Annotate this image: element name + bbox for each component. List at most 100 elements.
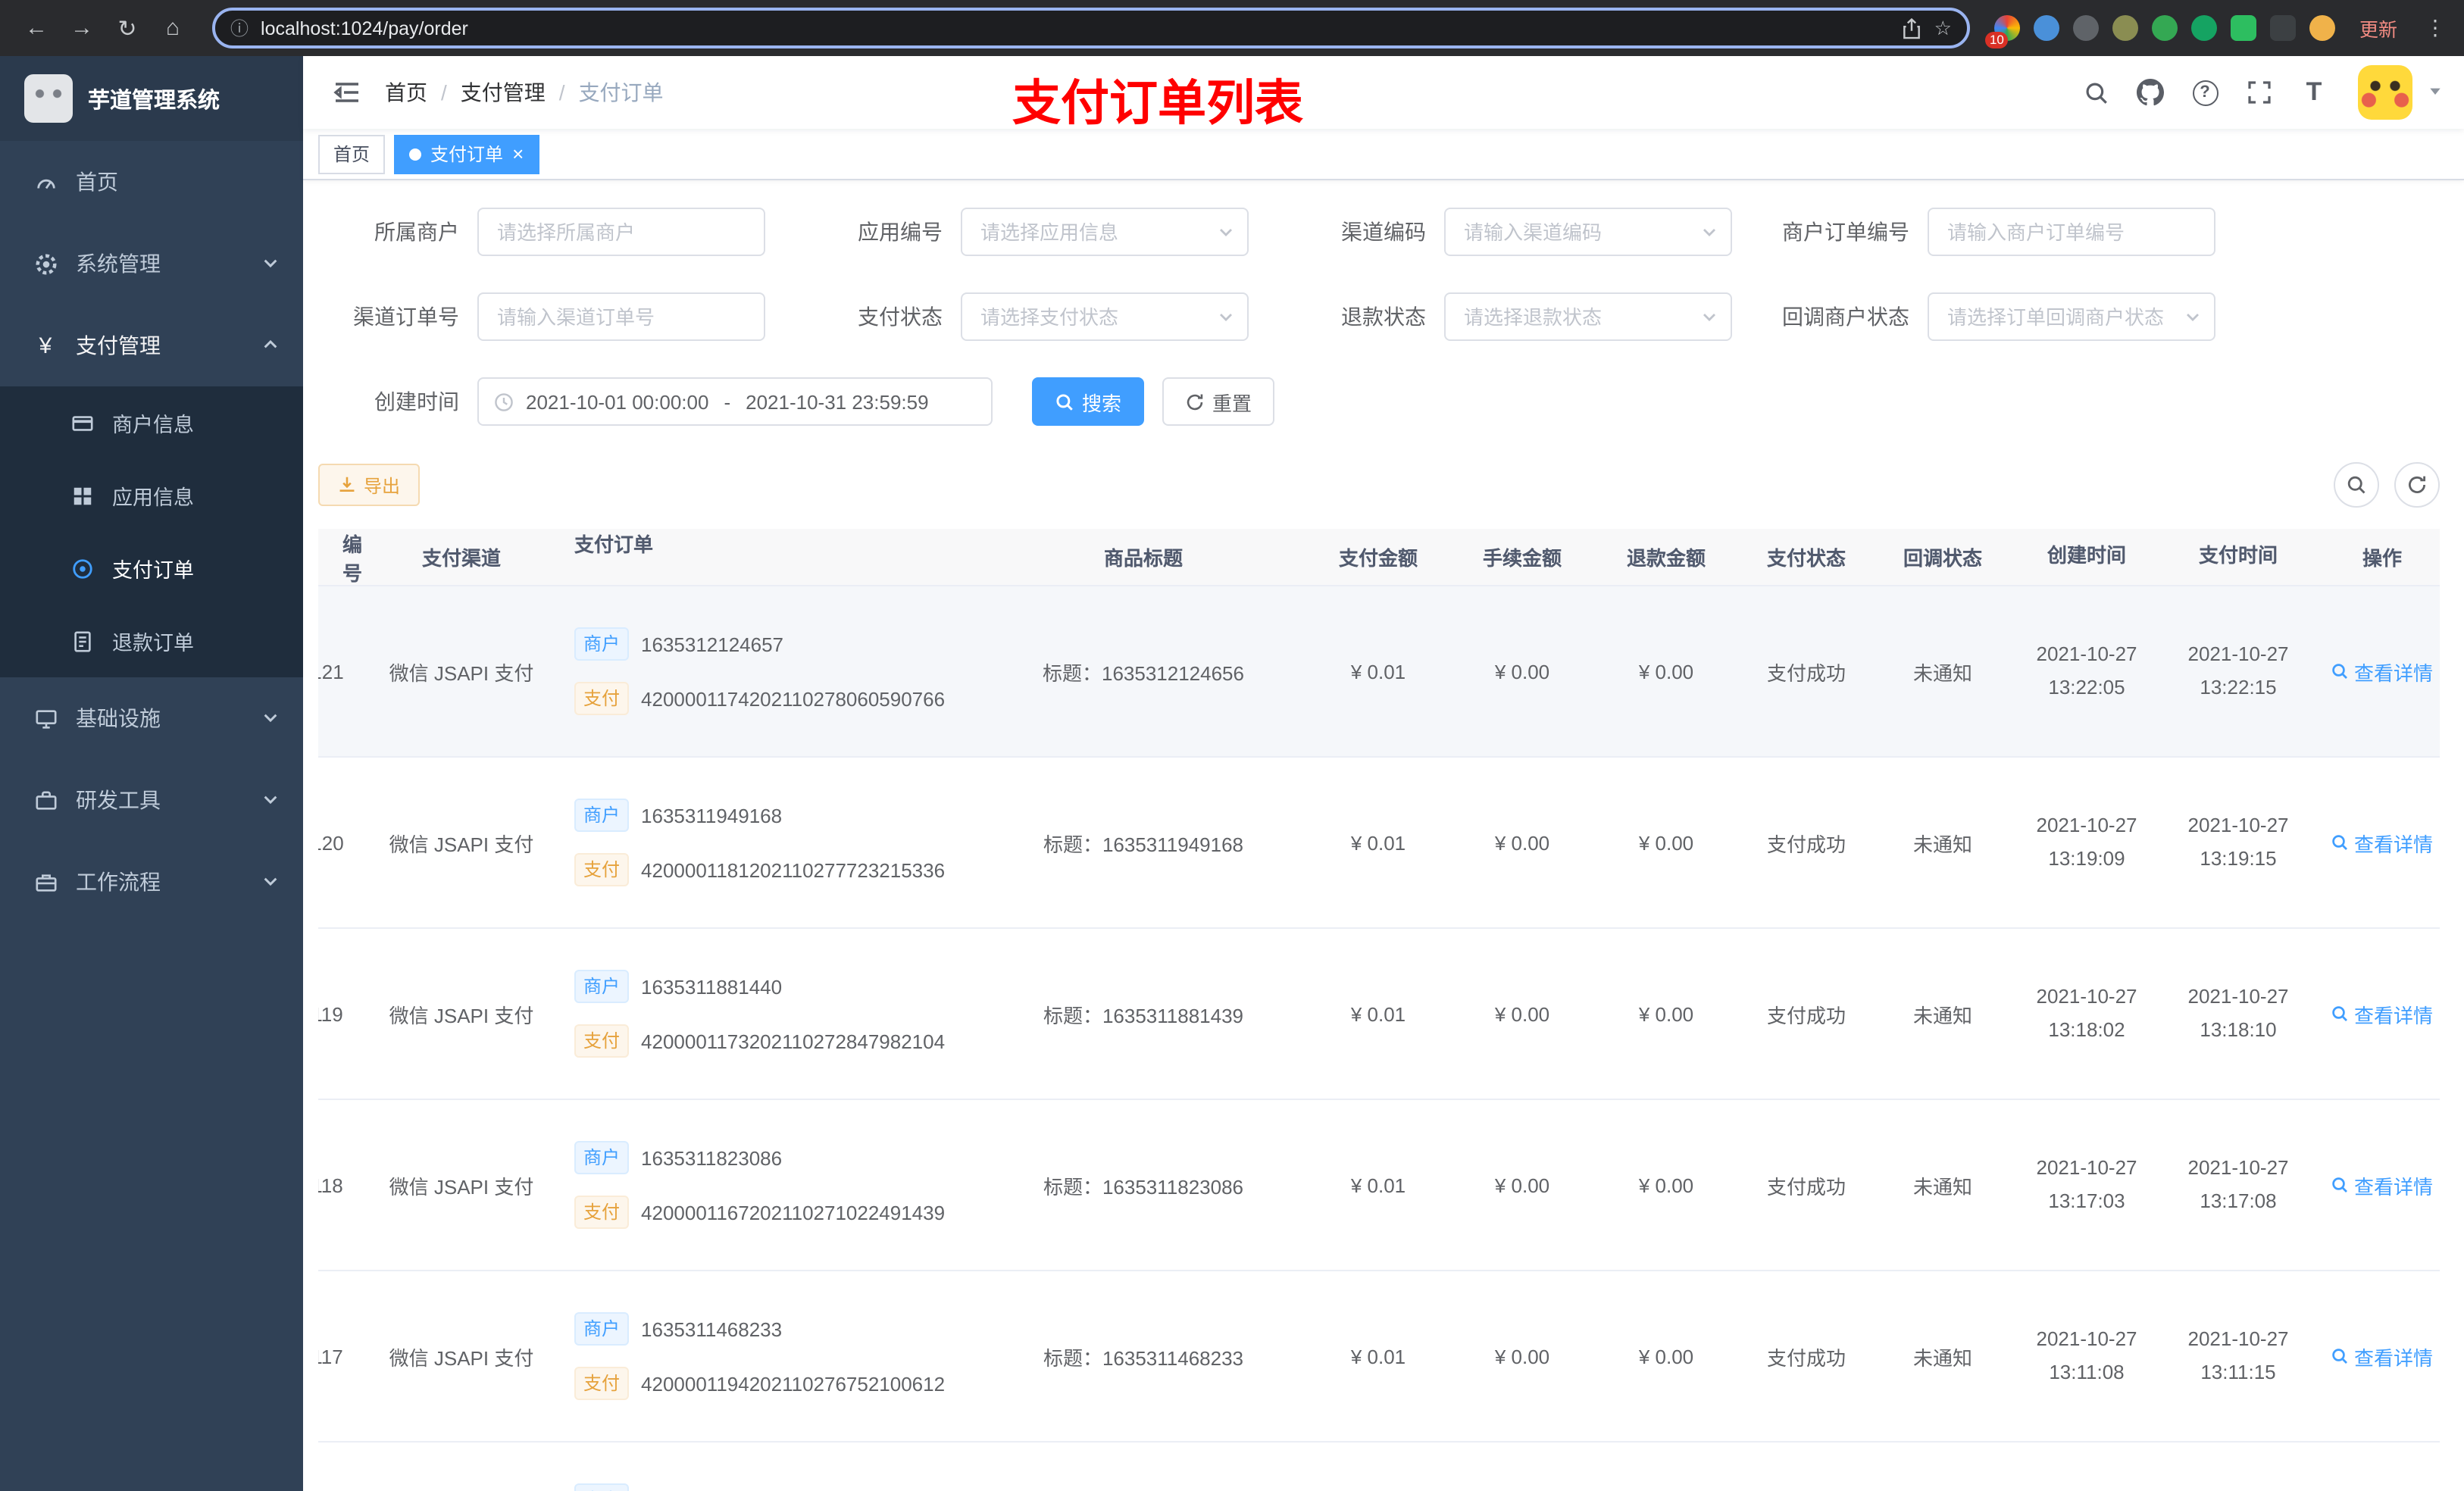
pay-amount-cell: ¥ 0.01	[1350, 1345, 1406, 1368]
fullscreen-icon[interactable]	[2237, 67, 2282, 118]
table-row: 121 微信 JSAPI 支付 商户 1635312124657 支付 4200…	[318, 586, 2440, 758]
collapse-sidebar-button[interactable]	[324, 70, 370, 115]
app-id-select[interactable]	[961, 208, 1249, 256]
merchant-badge: 商户	[574, 970, 630, 1003]
merchant-input[interactable]	[477, 208, 765, 256]
font-size-icon[interactable]: T	[2291, 67, 2337, 118]
url-text[interactable]: localhost:1024/pay/order	[261, 17, 1890, 39]
sidebar-item-payment[interactable]: ¥ 支付管理	[0, 305, 303, 386]
extension-icon-green-circle[interactable]	[2151, 15, 2178, 41]
extensions-area: 10 更新 ⋮	[1984, 7, 2449, 49]
sidebar-item-refund-order[interactable]: 退款订单	[0, 605, 303, 677]
search-icon[interactable]	[2073, 67, 2118, 118]
reload-button[interactable]: ↻	[106, 7, 149, 49]
pay-status-select[interactable]	[961, 292, 1249, 341]
sidebar-item-label: 支付订单	[112, 559, 194, 582]
table-header: 编号 支付渠道 支付订单 商品标题 支付金额 手续金额 退款金额 支付状态 回调…	[318, 529, 2440, 586]
tab-pay-order[interactable]: 支付订单 ×	[394, 134, 539, 173]
view-detail-link[interactable]: 查看详情	[2331, 657, 2433, 686]
screen: ← → ↻ ⌂ ⓘ localhost:1024/pay/order ☆ 10	[0, 0, 2464, 1491]
breadcrumb-separator: /	[441, 80, 447, 105]
bookmark-star-icon[interactable]: ☆	[1934, 16, 1952, 40]
address-bar[interactable]: ⓘ localhost:1024/pay/order ☆	[212, 8, 1970, 48]
extension-icon-green-check[interactable]	[2190, 15, 2217, 41]
breadcrumb-item-home[interactable]: 首页	[385, 77, 427, 108]
export-button[interactable]: 导出	[318, 464, 421, 506]
tab-home[interactable]: 首页	[318, 134, 386, 173]
view-detail-link[interactable]: 查看详情	[2331, 999, 2433, 1028]
user-avatar[interactable]	[2358, 65, 2412, 120]
search-button[interactable]: 搜索	[1032, 377, 1145, 426]
avatar-caret-down-icon[interactable]	[2428, 79, 2443, 106]
extension-icon-chat[interactable]	[2230, 15, 2256, 41]
channel-order-no-input[interactable]	[477, 292, 765, 341]
pay-status-cell: 支付成功	[1766, 1175, 1846, 1198]
close-icon[interactable]: ×	[512, 144, 524, 164]
table-row: 119 微信 JSAPI 支付 商户 1635311881440 支付 4200…	[318, 929, 2440, 1100]
forward-button[interactable]: →	[61, 7, 103, 49]
chevron-down-icon	[262, 706, 279, 730]
header-cell: 编号	[342, 533, 363, 584]
tags-view-bar: 首页 支付订单 ×	[303, 129, 2464, 180]
search-button-label: 搜索	[1082, 392, 1122, 414]
product-title-cell: 标题：1635312124656	[1043, 661, 1244, 684]
breadcrumb-item-payment[interactable]: 支付管理	[461, 77, 546, 108]
extension-icon-gray[interactable]	[2072, 15, 2099, 41]
browser-menu-button[interactable]: ⋮	[2422, 7, 2449, 49]
help-icon[interactable]: ?	[2182, 67, 2228, 118]
sidebar-item-pay-order[interactable]: 支付订单	[0, 532, 303, 605]
sidebar-item-label: 应用信息	[112, 486, 194, 509]
search-toggle-button[interactable]	[2334, 462, 2379, 508]
fee-amount-cell: ¥ 0.00	[1494, 1174, 1550, 1196]
extension-icon-pin[interactable]	[2269, 15, 2296, 41]
breadcrumb: 首页 / 支付管理 / 支付订单	[385, 77, 664, 108]
sidebar-item-infrastructure[interactable]: 基础设施	[0, 677, 303, 759]
payment-submenu: 商户信息 应用信息 支付订单 退款订单	[0, 386, 303, 677]
view-detail-link[interactable]: 查看详情	[2331, 828, 2433, 857]
header-cell: 操作	[2362, 547, 2402, 570]
sidebar-item-home[interactable]: 首页	[0, 141, 303, 223]
tab-label: 首页	[333, 144, 371, 165]
reset-button[interactable]: 重置	[1162, 377, 1275, 426]
site-info-icon[interactable]: ⓘ	[230, 15, 249, 41]
extension-icon-colorwheel[interactable]: 10	[1984, 15, 2020, 48]
home-button[interactable]: ⌂	[152, 7, 194, 49]
filter-channel-code: 渠道编码	[1285, 208, 1732, 256]
create-time-range-input[interactable]: 2021-10-01 00:00:00 - 2021-10-31 23:59:5…	[477, 377, 993, 426]
view-detail-link[interactable]: 查看详情	[2331, 1171, 2433, 1199]
pay-time-cell	[2162, 1443, 2314, 1491]
channel-code-select[interactable]	[1444, 208, 1732, 256]
browser-update-button[interactable]: 更新	[2349, 9, 2408, 47]
header-cell: 支付渠道	[421, 547, 501, 570]
extension-icon-olive[interactable]	[2112, 15, 2138, 41]
extension-icon-face[interactable]	[2309, 15, 2335, 41]
merchant-order-no: 1635312124657	[641, 633, 784, 655]
action-cell: 查看详情	[2314, 758, 2440, 927]
extension-icon-drop[interactable]	[2033, 15, 2059, 41]
notify-status-cell: 未通知	[1912, 1004, 1972, 1027]
view-detail-link[interactable]: 查看详情	[2331, 1342, 2433, 1371]
back-button[interactable]: ←	[15, 7, 58, 49]
action-cell: 查看详情	[2314, 1271, 2440, 1441]
pay-status-cell: 支付成功	[1766, 1346, 1846, 1369]
sidebar-item-app-info[interactable]: 应用信息	[0, 459, 303, 532]
merchant-order-no-input[interactable]	[1928, 208, 2215, 256]
sidebar-item-merchant-info[interactable]: 商户信息	[0, 386, 303, 459]
sidebar-item-system[interactable]: 系统管理	[0, 223, 303, 305]
notify-status-select[interactable]	[1928, 292, 2215, 341]
refund-status-select[interactable]	[1444, 292, 1732, 341]
filter-row-3: 创建时间 2021-10-01 00:00:00 - 2021-10-31 23…	[318, 377, 2440, 426]
sidebar-item-dev-tools[interactable]: 研发工具	[0, 759, 303, 841]
sidebar-item-workflow[interactable]: 工作流程	[0, 841, 303, 923]
share-icon[interactable]	[1903, 17, 1922, 39]
clock-icon	[494, 392, 514, 411]
create-time-cell: 2021-10-27 13:22:05	[2036, 642, 2137, 699]
action-cell: 查看详情	[2314, 929, 2440, 1099]
create-time-cell	[2011, 1443, 2162, 1491]
merchant-order-no: 1635311468233	[641, 1318, 783, 1340]
table-row: 118 微信 JSAPI 支付 商户 1635311823086 支付 4200…	[318, 1100, 2440, 1271]
pay-badge: 支付	[574, 1196, 630, 1229]
github-icon[interactable]	[2128, 67, 2173, 118]
pay-time-cell: 2021-10-27 13:19:15	[2187, 813, 2289, 870]
refresh-button[interactable]	[2394, 462, 2440, 508]
